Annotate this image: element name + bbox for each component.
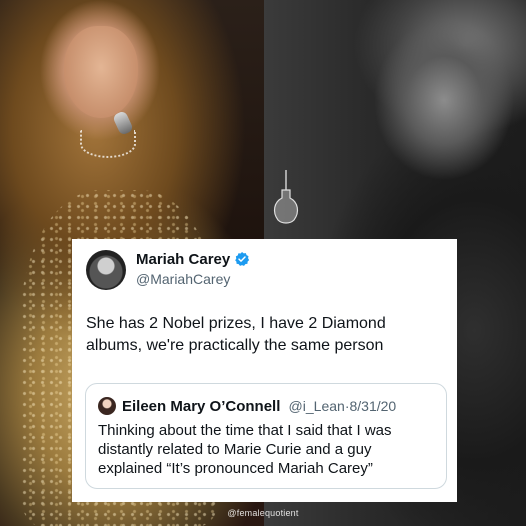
- author-name[interactable]: Mariah Carey: [136, 251, 250, 269]
- author-avatar[interactable]: [86, 250, 126, 290]
- tweet-text: She has 2 Nobel prizes, I have 2 Diamond…: [86, 315, 386, 354]
- author-name-text: Mariah Carey: [136, 251, 231, 268]
- quoted-tweet-date[interactable]: 8/31/20: [349, 398, 396, 414]
- verified-badge-icon: [235, 252, 250, 266]
- necklace: [80, 130, 136, 158]
- singer-face: [64, 26, 138, 118]
- watermark: @femalequotient: [227, 508, 299, 518]
- flask-icon: [273, 170, 299, 224]
- tweet-card[interactable]: Mariah Carey @MariahCarey She has 2 Nobe…: [72, 239, 457, 502]
- quoted-tweet[interactable]: Eileen Mary O’Connell @i_Lean·8/31/20 Th…: [85, 383, 447, 489]
- quoted-tweet-header: Eileen Mary O’Connell @i_Lean·8/31/20: [122, 397, 396, 416]
- author-handle[interactable]: @MariahCarey: [136, 270, 230, 288]
- quoted-author-avatar[interactable]: [98, 397, 116, 415]
- quoted-author-name[interactable]: Eileen Mary O’Connell: [122, 398, 280, 415]
- quoted-author-meta: @i_Lean·8/31/20: [289, 398, 397, 414]
- quoted-tweet-text: Thinking about the time that I said that…: [98, 422, 392, 477]
- meme-canvas: Mariah Carey @MariahCarey She has 2 Nobe…: [0, 0, 526, 526]
- quoted-author-handle[interactable]: @i_Lean: [289, 398, 345, 414]
